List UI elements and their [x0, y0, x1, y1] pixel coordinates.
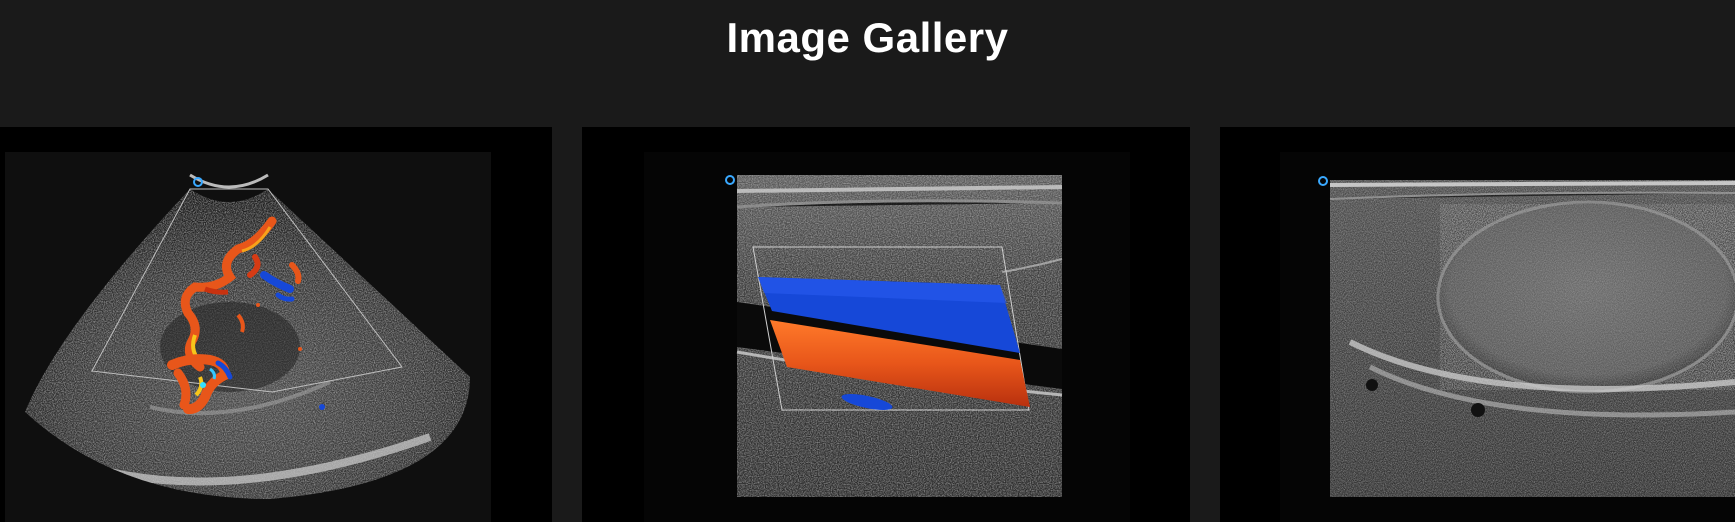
ultrasound-testicle-image — [1280, 152, 1735, 522]
image-gallery — [0, 127, 1735, 522]
gallery-image-3[interactable] — [1220, 127, 1735, 522]
page-header: Image Gallery — [0, 0, 1735, 80]
gallery-image-2[interactable] — [582, 127, 1190, 522]
ultrasound-sector-doppler-image — [5, 152, 491, 522]
ultrasound-linear-doppler-image — [644, 152, 1130, 522]
gallery-image-1[interactable] — [0, 127, 552, 522]
page-title: Image Gallery — [726, 14, 1009, 61]
